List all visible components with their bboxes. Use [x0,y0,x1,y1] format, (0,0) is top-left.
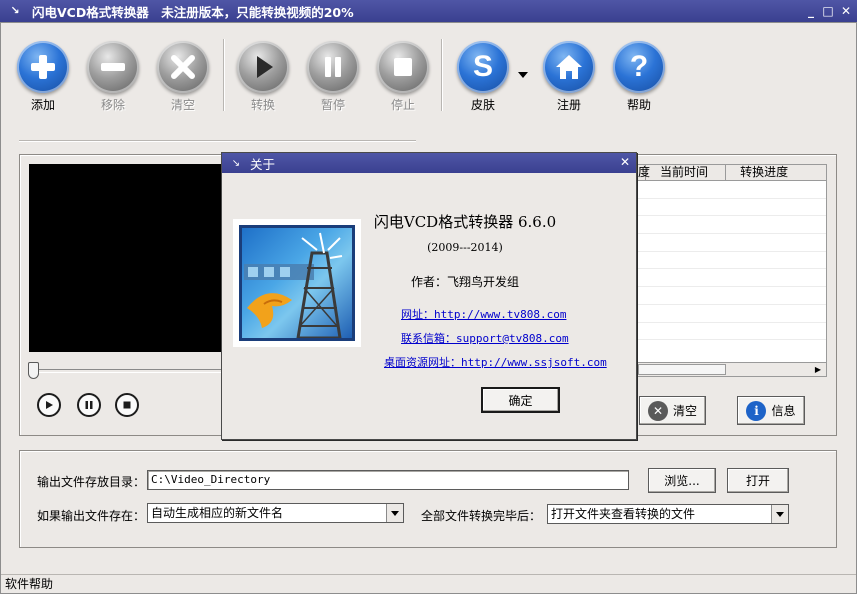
table-row[interactable] [638,199,826,217]
toolbar-divider [19,140,416,142]
preview-stop-button[interactable] [115,393,139,417]
video-preview [29,164,229,352]
play-icon [237,41,289,93]
output-dir-label: 输出文件存放目录： [37,475,146,489]
desktop-resource-link[interactable]: 桌面资源网址：http://www.ssjsoft.com [384,354,607,370]
table-horizontal-scrollbar[interactable]: ▶ [637,362,827,377]
file-table[interactable]: 度 当前时间 转换进度 [637,164,827,376]
stop-label: 停止 [390,98,415,112]
skin-dropdown-arrow-icon[interactable] [518,72,528,78]
after-convert-value: 打开文件夹查看转换的文件 [551,507,696,521]
about-ok-button[interactable]: 确定 [481,387,560,413]
stop-icon [377,41,429,93]
product-author: 作者：飞翔鸟开发组 [410,275,519,289]
add-button[interactable]: 添加 [13,41,73,112]
clear-files-label: 清空 [672,404,697,418]
seek-slider-thumb[interactable] [28,362,39,379]
plus-icon [17,41,69,93]
app-icon[interactable]: ↘ [8,4,22,18]
minimize-button[interactable]: _ [803,3,819,19]
clear-list-button[interactable]: 清空 [153,41,213,112]
output-dir-input[interactable]: C:\Video_Directory [147,470,629,490]
file-exists-value: 自动生成相应的新文件名 [151,506,284,520]
skype-s-icon: S [457,41,509,93]
column-header-current-time[interactable]: 当前时间 [646,165,727,180]
info-button[interactable]: i 信息 [737,396,805,425]
preview-pause-button[interactable] [77,393,101,417]
table-row[interactable] [638,323,826,341]
about-dialog-title: 关于 [250,156,276,172]
about-dialog-title-bar: ↘ 关于 ✕ [222,153,636,173]
browse-button[interactable]: 浏览... [648,468,716,493]
product-name: 闪电VCD格式转换器 6.6.0 [373,213,557,231]
toolbar-separator [223,39,225,111]
file-exists-select[interactable]: 自动生成相应的新文件名 [147,503,404,523]
status-bar: 软件帮助 [1,574,856,593]
after-convert-label: 全部文件转换完毕后： [421,509,542,523]
clear-files-button[interactable]: ✕ 清空 [639,396,706,425]
preview-play-button[interactable] [37,393,61,417]
about-close-button[interactable]: ✕ [620,155,630,169]
column-header-convert-progress[interactable]: 转换进度 [726,165,826,180]
register-button[interactable]: 注册 [539,41,599,112]
clear-list-label: 清空 [170,98,195,112]
pause-icon [307,41,359,93]
stop-icon [123,401,131,409]
scroll-right-icon[interactable]: ▶ [815,365,821,374]
clear-x-icon: ✕ [647,400,668,421]
remove-button[interactable]: 移除 [83,41,143,112]
chevron-down-icon[interactable] [771,505,788,523]
home-icon [543,41,595,93]
remove-label: 移除 [100,98,125,112]
window-title: 闪电VCD格式转换器 未注册版本，只能转换视频的20% [32,4,354,20]
about-dialog: ↘ 关于 ✕ 闪电VCD格式转换器 6.6.0 (2009---2014) 作者… [221,152,637,440]
product-years: (2009---2014) [427,241,503,254]
email-link[interactable]: 联系信箱：support@tv808.com [401,330,569,346]
x-icon [157,41,209,93]
toolbar-separator [441,39,443,111]
table-row[interactable] [638,287,826,305]
info-icon: i [746,400,767,421]
stop-button[interactable]: 停止 [373,41,433,112]
register-label: 注册 [556,98,581,112]
question-icon: ? [613,41,665,93]
seek-slider-track[interactable] [29,369,229,373]
open-folder-button[interactable]: 打开 [727,468,789,493]
add-label: 添加 [30,98,55,112]
chevron-down-icon[interactable] [386,504,403,522]
output-settings-panel [19,450,837,548]
help-button[interactable]: ? 帮助 [609,41,669,112]
minus-icon [87,41,139,93]
website-link[interactable]: 网址：http://www.tv808.com [401,306,566,322]
title-bar: ↘ 闪电VCD格式转换器 未注册版本，只能转换视频的20% _ □ ✕ [0,0,857,22]
info-label: 信息 [771,404,796,418]
skin-label: 皮肤 [470,98,495,112]
column-header-progress[interactable]: 度 [638,165,650,180]
scrollbar-thumb[interactable] [638,364,726,375]
convert-button[interactable]: 转换 [233,41,293,112]
close-button[interactable]: ✕ [838,3,854,19]
toolbar: 添加 移除 清空 转换 暂停 停止 S 皮肤 注册 ? 帮助 [1,23,856,115]
table-row[interactable] [638,216,826,235]
pause-label: 暂停 [320,98,345,112]
help-label: 帮助 [626,98,651,112]
play-icon [46,401,53,409]
table-row[interactable] [638,181,826,199]
file-exists-label: 如果输出文件存在： [37,509,146,523]
pause-icon [85,401,93,409]
table-row[interactable] [638,234,826,252]
table-row[interactable] [638,269,826,288]
convert-label: 转换 [250,98,275,112]
file-table-header: 度 当前时间 转换进度 [638,165,826,181]
maximize-button[interactable]: □ [820,3,836,19]
table-row[interactable] [638,252,826,270]
after-convert-select[interactable]: 打开文件夹查看转换的文件 [547,504,789,524]
pause-button[interactable]: 暂停 [303,41,363,112]
dialog-app-icon: ↘ [231,157,241,169]
skin-button[interactable]: S 皮肤 [453,41,513,112]
table-row[interactable] [638,305,826,323]
